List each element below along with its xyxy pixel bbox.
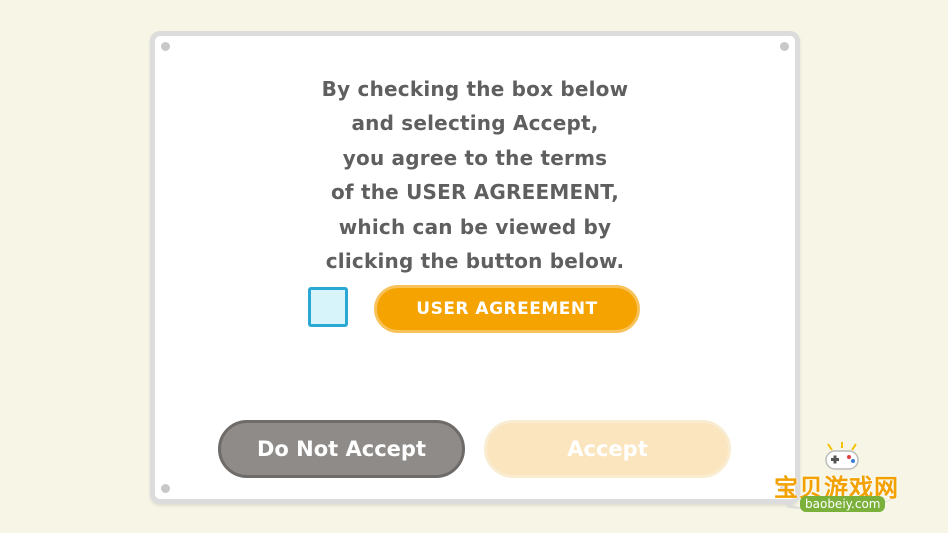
agree-checkbox[interactable]: [308, 287, 348, 327]
do-not-accept-button-label: Do Not Accept: [257, 437, 426, 461]
watermark-url: baobeiy.com: [800, 496, 886, 512]
message-line: By checking the box below: [321, 77, 629, 101]
do-not-accept-button[interactable]: Do Not Accept: [218, 420, 465, 478]
accept-button[interactable]: Accept: [484, 420, 731, 478]
corner-screw: [780, 42, 789, 51]
message-line: you agree to the terms: [342, 145, 608, 170]
corner-screw: [161, 42, 170, 51]
message-line: and selecting Accept,: [351, 111, 599, 136]
corner-screw: [161, 484, 170, 493]
message-line: which can be viewed by: [338, 214, 612, 239]
agreement-message: By checking the box below and selecting …: [155, 72, 795, 278]
user-agreement-dialog: By checking the box below and selecting …: [150, 31, 800, 504]
site-watermark: 宝贝游戏网 baobeiy.com: [770, 440, 920, 530]
user-agreement-button[interactable]: USER AGREEMENT: [374, 285, 640, 333]
screen: By checking the box below and selecting …: [0, 0, 948, 533]
message-line: of the USER AGREEMENT,: [330, 180, 620, 205]
message-line: clicking the button below.: [325, 249, 625, 274]
user-agreement-button-label: USER AGREEMENT: [416, 299, 598, 319]
accept-button-label: Accept: [567, 437, 648, 461]
